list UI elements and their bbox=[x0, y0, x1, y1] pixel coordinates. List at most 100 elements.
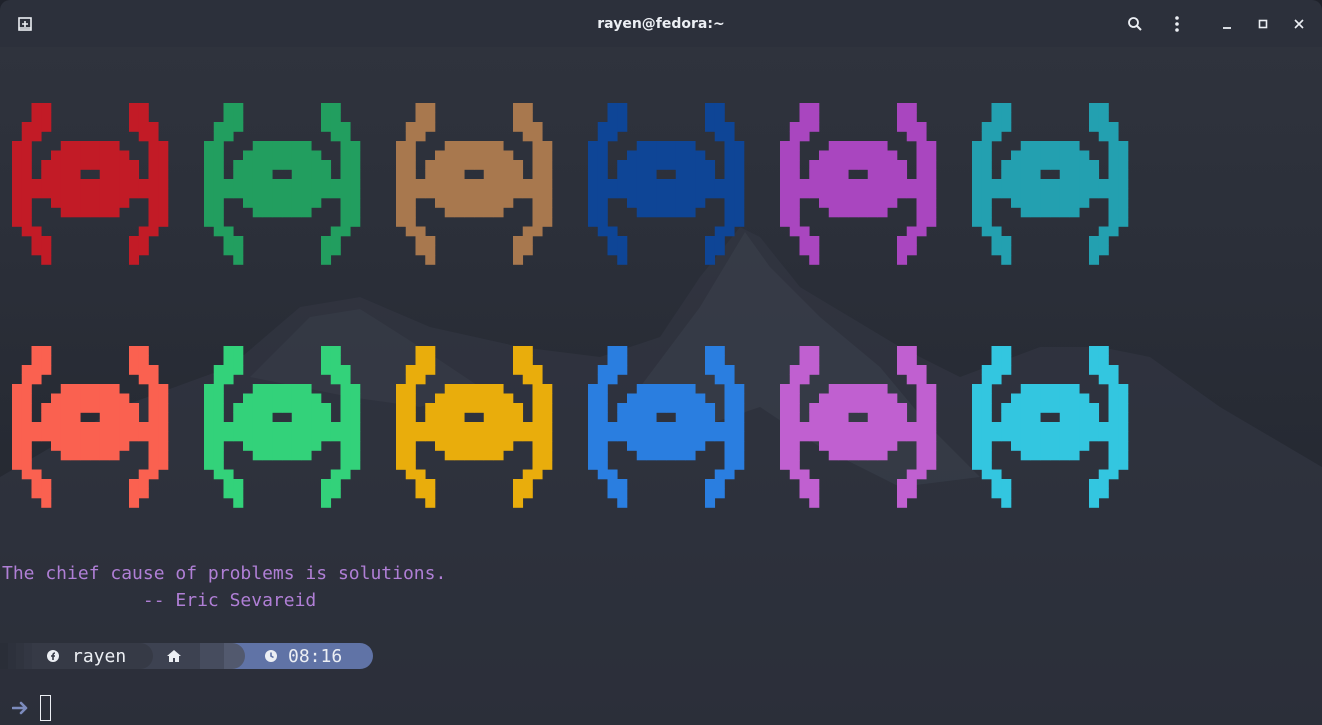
invader-pixel bbox=[981, 226, 992, 237]
invader-pixel bbox=[877, 188, 888, 199]
terminal-viewport[interactable]: The chief cause of problems is solutions… bbox=[0, 47, 1322, 725]
invader-pixel bbox=[80, 188, 91, 199]
invader-pixel bbox=[1089, 112, 1100, 123]
invader-pixel bbox=[12, 460, 23, 470]
invader-pixel bbox=[90, 188, 101, 199]
invader-pixel bbox=[532, 403, 543, 413]
invader-pixel bbox=[60, 188, 71, 199]
invader-pixel bbox=[1050, 179, 1061, 189]
invader-pixel bbox=[1050, 160, 1061, 170]
invader-pixel bbox=[1089, 236, 1100, 246]
invader-pixel bbox=[252, 207, 263, 218]
invader-pixel bbox=[12, 431, 23, 442]
invader-pixel bbox=[991, 355, 1002, 366]
invader-pixel bbox=[656, 198, 667, 208]
invader-pixel bbox=[799, 469, 810, 480]
invader-pixel bbox=[724, 179, 735, 189]
invader-pixel bbox=[233, 179, 244, 189]
invader-pixel bbox=[70, 160, 81, 170]
invader-pixel bbox=[41, 160, 52, 170]
invader-pixel bbox=[916, 141, 927, 151]
invader-pixel bbox=[311, 179, 322, 189]
new-tab-button[interactable] bbox=[14, 0, 36, 47]
invader-pixel bbox=[262, 393, 273, 404]
invader-pixel bbox=[819, 431, 830, 442]
invader-pixel bbox=[734, 141, 745, 151]
invader-pixel bbox=[656, 403, 667, 413]
invader-pixel bbox=[233, 236, 244, 246]
invader-pixel bbox=[31, 374, 42, 385]
invader-pixel bbox=[31, 112, 42, 123]
invader-pixel bbox=[282, 431, 293, 442]
invader-pixel bbox=[532, 441, 543, 451]
invader-pixel bbox=[789, 198, 800, 208]
invader-pixel bbox=[321, 346, 332, 356]
invader-pixel bbox=[99, 198, 110, 208]
invader-pixel bbox=[877, 150, 888, 161]
invader-pixel bbox=[129, 431, 140, 442]
invader-pixel bbox=[12, 393, 23, 404]
invader-pixel bbox=[848, 384, 859, 394]
invader-pixel bbox=[666, 150, 677, 161]
invader-pixel bbox=[828, 403, 839, 413]
invader-pixel bbox=[1118, 393, 1129, 404]
input-line[interactable] bbox=[12, 695, 51, 721]
invader-pixel bbox=[158, 207, 169, 218]
invader-pixel bbox=[724, 226, 735, 237]
invader-pixel bbox=[656, 450, 667, 461]
invader-pixel bbox=[513, 122, 524, 132]
invader-pixel bbox=[916, 188, 927, 199]
invader-pixel bbox=[12, 217, 23, 227]
search-button[interactable] bbox=[1124, 0, 1146, 47]
invader-pixel bbox=[714, 236, 725, 246]
invader-pixel bbox=[405, 431, 416, 442]
invader-pixel bbox=[799, 103, 810, 113]
invader-pixel bbox=[12, 150, 23, 161]
invader-pixel bbox=[301, 169, 312, 180]
invader-pixel bbox=[31, 346, 42, 356]
invader-pixel bbox=[1001, 122, 1012, 132]
invader-pixel bbox=[799, 374, 810, 385]
invader-pixel bbox=[31, 245, 42, 256]
invader-pixel bbox=[350, 460, 361, 470]
invader-pixel bbox=[1098, 365, 1109, 375]
invader-pixel bbox=[666, 441, 677, 451]
invader-pixel bbox=[330, 469, 341, 480]
invader-pixel bbox=[799, 422, 810, 432]
invader-pixel bbox=[588, 150, 599, 161]
invader-pixel bbox=[204, 460, 215, 470]
maximize-button[interactable] bbox=[1252, 0, 1274, 47]
minimize-button[interactable] bbox=[1216, 0, 1238, 47]
invader-pixel bbox=[1040, 179, 1051, 189]
invader-pixel bbox=[444, 393, 455, 404]
invader-pixel bbox=[1118, 150, 1129, 161]
invader-pixel bbox=[809, 479, 820, 489]
invader-pixel bbox=[513, 103, 524, 113]
invader-pixel bbox=[597, 393, 608, 404]
invader-pixel bbox=[321, 160, 332, 170]
invader-pixel bbox=[1040, 450, 1051, 461]
invader-pixel bbox=[70, 450, 81, 461]
invader-pixel bbox=[503, 431, 514, 442]
invader-pixel bbox=[1089, 488, 1100, 499]
invader-pixel bbox=[138, 488, 149, 499]
invader-pixel bbox=[474, 422, 485, 432]
invader-pixel bbox=[906, 431, 917, 442]
invader-pixel bbox=[926, 431, 937, 442]
invader-pixel bbox=[887, 160, 898, 170]
invader-pixel bbox=[1001, 112, 1012, 123]
invader-pixel bbox=[617, 103, 628, 113]
invader-pixel bbox=[41, 169, 52, 180]
invader-pixel bbox=[887, 441, 898, 451]
invader-pixel bbox=[474, 207, 485, 218]
invader-pixel bbox=[148, 141, 159, 151]
invader-pixel bbox=[311, 422, 322, 432]
invader-pixel bbox=[330, 131, 341, 142]
invader-pixel bbox=[734, 150, 745, 161]
menu-button[interactable] bbox=[1166, 0, 1188, 47]
invader-pixel bbox=[223, 131, 234, 142]
invader-pixel bbox=[1001, 245, 1012, 256]
invader-pixel bbox=[522, 488, 533, 499]
invader-pixel bbox=[233, 365, 244, 375]
close-button[interactable] bbox=[1288, 0, 1310, 47]
